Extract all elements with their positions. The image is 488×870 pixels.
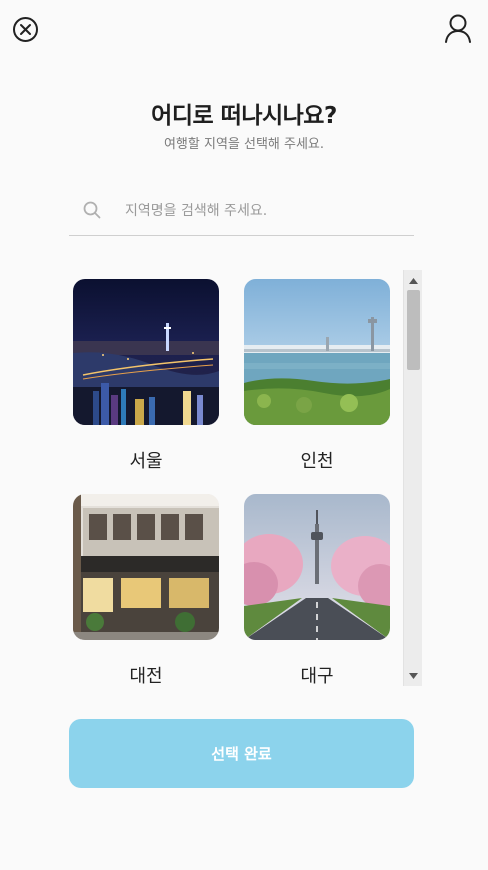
region-card-daegu[interactable]: 대구 <box>244 494 392 686</box>
region-card-seoul[interactable]: 서울 <box>73 279 221 473</box>
region-image-daegu <box>244 494 390 640</box>
region-card-incheon[interactable]: 인천 <box>244 279 392 473</box>
region-select-screen: 어디로 떠나시나요? 여행할 지역을 선택해 주세요. 지역명을 검색해 주세요… <box>0 0 488 870</box>
region-grid: 서울 인천 대전 대구 <box>69 270 423 686</box>
page-title: 어디로 떠나시나요? <box>151 103 337 129</box>
region-list-scrollbar[interactable] <box>403 270 422 686</box>
page-subtitle: 여행할 지역을 선택해 주세요. <box>163 137 325 152</box>
select-done-button[interactable]: 선택 완료 <box>69 719 414 788</box>
scroll-thumb[interactable] <box>407 290 420 370</box>
region-image-seoul <box>73 279 219 425</box>
region-image-incheon <box>244 279 390 425</box>
region-image-daejeon <box>73 494 219 640</box>
scroll-up-arrow-icon[interactable] <box>404 273 423 287</box>
search-input[interactable] <box>125 196 405 226</box>
region-card-daejeon[interactable]: 대전 <box>73 494 221 686</box>
region-label: 인천 <box>300 451 334 472</box>
search-bar <box>69 190 414 236</box>
user-icon[interactable] <box>444 14 472 44</box>
search-icon <box>83 201 101 219</box>
scroll-down-arrow-icon[interactable] <box>404 668 423 682</box>
close-icon[interactable] <box>12 16 39 43</box>
region-label: 대전 <box>129 666 163 686</box>
region-label: 대구 <box>300 666 334 686</box>
region-label: 서울 <box>129 451 163 472</box>
